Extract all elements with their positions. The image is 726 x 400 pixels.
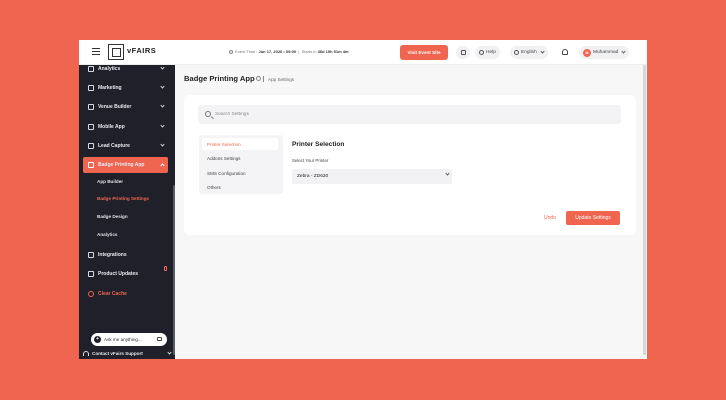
printer-select-value: Zebra - ZD620: [297, 174, 329, 179]
visit-event-site-button[interactable]: Visit Event Site: [400, 45, 448, 60]
language-selector[interactable]: English: [510, 46, 548, 59]
avatar: M: [583, 48, 591, 57]
chevron-down-icon: [160, 84, 165, 89]
sidebar-item-mobile-app[interactable]: Mobile App: [79, 119, 173, 135]
sidebar-scrollbar[interactable]: [173, 185, 175, 355]
headset-icon: [83, 351, 89, 356]
refresh-icon: [88, 291, 94, 297]
starts-in-label: Starts In: [301, 49, 317, 54]
info-icon[interactable]: [256, 76, 261, 81]
sidebar-item-venue-builder[interactable]: Venue Builder: [79, 99, 173, 115]
search-icon: [205, 111, 211, 117]
event-time-value: Jun 17, 2026 • 09:00: [258, 49, 297, 54]
chat-icon: [157, 337, 162, 341]
printer-select[interactable]: Zebra - ZD620: [292, 169, 452, 184]
update-settings-button[interactable]: Update Settings: [566, 211, 620, 225]
bell-icon[interactable]: [562, 49, 568, 55]
sidebar-subitem-badge-design[interactable]: Badge Design: [97, 214, 128, 219]
logo-text: vFAIRS: [127, 46, 157, 55]
gift-button[interactable]: [456, 46, 470, 59]
help-button[interactable]: Help: [475, 46, 500, 59]
printer-icon: [88, 162, 94, 168]
search-input[interactable]: [215, 110, 595, 119]
globe-icon: [514, 50, 519, 55]
chevron-up-icon: [160, 163, 165, 168]
panel-title: Printer Selection: [292, 141, 345, 148]
user-menu[interactable]: M Muhammad: [579, 46, 630, 59]
hamburger-menu-icon[interactable]: [92, 48, 100, 55]
clock-icon: [229, 49, 233, 54]
sidebar-subitem-badge-printing-settings[interactable]: Badge Printing Settings: [97, 196, 149, 201]
integrations-icon: [88, 252, 94, 258]
tab-addons-settings[interactable]: Addons Settings: [202, 152, 278, 164]
ask-assistant-input[interactable]: + Ask me anything...: [91, 333, 167, 346]
sidebar-item-lead-capture[interactable]: Lead Capture: [79, 138, 173, 154]
user-name: Muhammad: [593, 50, 619, 55]
sidebar-item-badge-printing-app[interactable]: Badge Printing App: [83, 157, 168, 173]
tab-others[interactable]: Others: [202, 181, 278, 193]
plus-icon: +: [94, 336, 101, 343]
sidebar: Analytics Marketing Venue Builder Mobile…: [79, 65, 175, 359]
sidebar-item-clear-cache[interactable]: Clear Cache: [79, 286, 173, 302]
language-label: English: [521, 50, 537, 55]
starts-in-value: 36d 19h 51m 4m: [317, 49, 349, 54]
gift-icon: [460, 50, 466, 55]
chevron-down-icon: [160, 123, 165, 128]
printer-field-label: Select Your Printer: [292, 158, 329, 163]
chevron-down-icon: [621, 49, 626, 54]
chevron-down-icon: [160, 103, 165, 108]
sidebar-item-product-updates[interactable]: Product Updates: [79, 266, 173, 282]
breadcrumb-divider: [263, 76, 264, 82]
bar-chart-icon: [88, 66, 94, 72]
event-time-label: Event Time :: [235, 49, 258, 54]
tab-printer-selection[interactable]: Printer Selection: [202, 138, 278, 150]
help-icon: [479, 50, 484, 55]
clipboard-icon: [88, 143, 94, 149]
notification-icon: [164, 266, 167, 271]
chevron-down-icon: [160, 142, 165, 147]
tab-sms-configuration[interactable]: SMS Configuration: [202, 167, 278, 179]
app-window: vFAIRS Event Time : Jun 17, 2026 • 09:00…: [79, 40, 647, 359]
chevron-down-icon: [167, 350, 172, 355]
search-bar[interactable]: [198, 105, 621, 124]
building-icon: [88, 104, 94, 110]
settings-tabs: Printer Selection Addons Settings SMS Co…: [199, 135, 283, 194]
sidebar-item-analytics[interactable]: Analytics: [79, 61, 173, 77]
chevron-down-icon: [445, 171, 450, 176]
chevron-down-icon: [540, 49, 545, 54]
contact-support[interactable]: Contact vFairs Support: [83, 348, 173, 359]
page-title: Badge Printing App: [184, 74, 255, 83]
settings-card: Printer Selection Addons Settings SMS Co…: [184, 95, 636, 235]
ask-placeholder: Ask me anything...: [104, 337, 142, 342]
sidebar-item-marketing[interactable]: Marketing: [79, 80, 173, 96]
page-scrollbar[interactable]: [643, 65, 646, 355]
send-icon: [88, 85, 94, 91]
chevron-down-icon: [160, 65, 165, 70]
vfairs-logo-icon: [108, 44, 124, 60]
breadcrumb[interactable]: App Settings: [268, 77, 294, 82]
phone-icon: [88, 124, 94, 130]
sidebar-subitem-analytics[interactable]: Analytics: [97, 232, 117, 237]
gift-icon: [88, 271, 94, 277]
event-meta: Event Time : Jun 17, 2026 • 09:00 | Star…: [229, 49, 349, 54]
sidebar-subitem-app-builder[interactable]: App Builder: [97, 179, 123, 184]
support-label: Contact vFairs Support: [92, 351, 143, 356]
undo-button[interactable]: Undo: [544, 215, 556, 221]
help-label: Help: [486, 50, 496, 55]
sidebar-item-integrations[interactable]: Integrations: [79, 247, 173, 263]
